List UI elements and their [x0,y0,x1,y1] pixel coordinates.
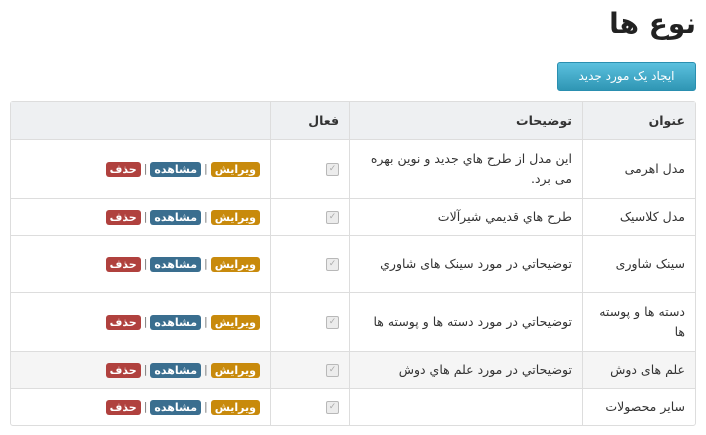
action-separator: | [204,363,208,376]
delete-button[interactable]: حذف [105,314,141,330]
row-active-cell: ✓ [270,388,349,425]
action-separator: | [204,210,208,223]
row-description: این مدل از طرح هاي جدید و نوين بهره می ب… [349,139,582,198]
action-separator: | [204,315,208,328]
delete-button[interactable]: حذف [105,399,141,415]
active-checkbox[interactable]: ✓ [326,401,339,414]
edit-button[interactable]: ویرایش [210,314,260,330]
action-separator: | [143,162,148,175]
row-title: سایر محصولات [582,388,695,425]
action-separator: | [204,400,208,413]
delete-button[interactable]: حذف [105,209,141,225]
header-description: توضیحات [349,102,582,139]
row-description: توضیحاتي در مورد دسته ها و پوسته ها [349,292,582,351]
table-row: دسته ها و پوسته ها توضیحاتي در مورد دسته… [11,292,695,351]
row-title: سینک شاوری [582,235,695,292]
row-active-cell: ✓ [270,235,349,292]
row-actions: ویرایش|مشاهده|حذف [11,292,270,351]
row-active-cell: ✓ [270,198,349,235]
row-actions: ویرایش|مشاهده|حذف [11,388,270,425]
row-description: توضیحاتي در مورد علم هاي دوش [349,351,582,388]
row-description [349,388,582,425]
table-row: علم های دوش توضیحاتي در مورد علم هاي دوش… [11,351,695,388]
row-title: مدل اهرمی [582,139,695,198]
row-actions: ویرایش|مشاهده|حذف [11,139,270,198]
row-description: توضیحاتي در مورد سینک های شاوري [349,235,582,292]
action-separator: | [143,363,148,376]
delete-button[interactable]: حذف [105,362,141,378]
view-button[interactable]: مشاهده [150,399,202,415]
active-checkbox[interactable]: ✓ [326,316,339,329]
active-checkbox[interactable]: ✓ [326,258,339,271]
action-separator: | [143,400,148,413]
action-separator: | [143,315,148,328]
edit-button[interactable]: ویرایش [210,399,260,415]
active-checkbox[interactable]: ✓ [326,364,339,377]
row-actions: ویرایش|مشاهده|حذف [11,351,270,388]
row-title: مدل کلاسیک [582,198,695,235]
row-actions: ویرایش|مشاهده|حذف [11,235,270,292]
action-separator: | [204,162,208,175]
header-actions [11,102,270,139]
view-button[interactable]: مشاهده [150,209,202,225]
table-row: سایر محصولات ✓ ویرایش|مشاهده|حذف [11,388,695,425]
active-checkbox[interactable]: ✓ [326,163,339,176]
types-table: عنوان توضیحات فعال مدل اهرمی این مدل از … [10,101,696,426]
delete-button[interactable]: حذف [105,256,141,272]
row-active-cell: ✓ [270,292,349,351]
table-row: مدل کلاسیک طرح هاي قديمي شيرآلات ✓ ویرای… [11,198,695,235]
edit-button[interactable]: ویرایش [210,256,260,272]
action-separator: | [143,210,148,223]
delete-button[interactable]: حذف [105,161,141,177]
header-active: فعال [270,102,349,139]
action-separator: | [143,257,148,270]
table-row: مدل اهرمی این مدل از طرح هاي جدید و نوين… [11,139,695,198]
edit-button[interactable]: ویرایش [210,209,260,225]
row-title: علم های دوش [582,351,695,388]
header-title: عنوان [582,102,695,139]
row-active-cell: ✓ [270,139,349,198]
view-button[interactable]: مشاهده [150,161,202,177]
edit-button[interactable]: ویرایش [210,161,260,177]
view-button[interactable]: مشاهده [150,256,202,272]
row-description: طرح هاي قديمي شيرآلات [349,198,582,235]
active-checkbox[interactable]: ✓ [326,211,339,224]
create-new-button[interactable]: ایجاد یک مورد جدید [557,62,696,91]
table-header-row: عنوان توضیحات فعال [11,102,695,139]
row-title: دسته ها و پوسته ها [582,292,695,351]
action-separator: | [204,257,208,270]
view-button[interactable]: مشاهده [150,362,202,378]
page-title: نوع ها [609,7,696,40]
row-active-cell: ✓ [270,351,349,388]
row-actions: ویرایش|مشاهده|حذف [11,198,270,235]
table-row: سینک شاوری توضیحاتي در مورد سینک های شاو… [11,235,695,292]
view-button[interactable]: مشاهده [150,314,202,330]
edit-button[interactable]: ویرایش [210,362,260,378]
page: نوع ها ایجاد یک مورد جدید عنوان توضیحات … [0,0,706,435]
